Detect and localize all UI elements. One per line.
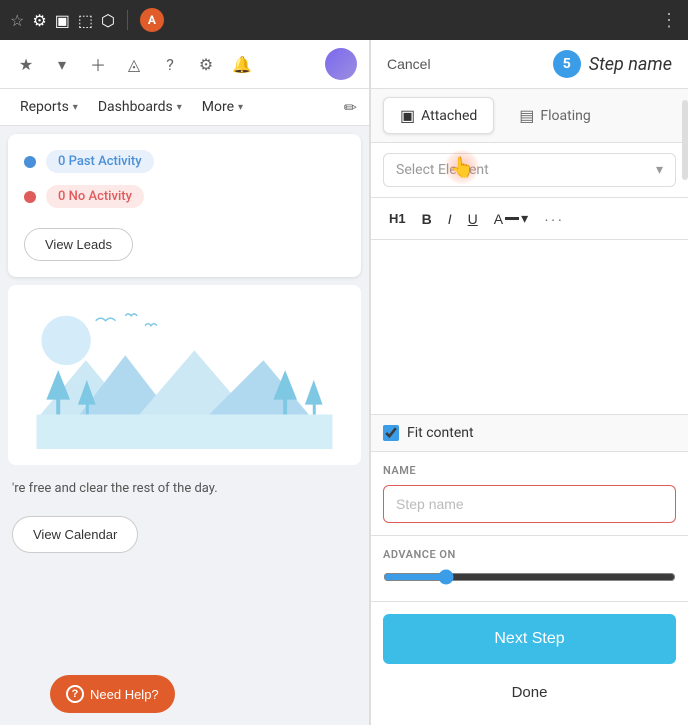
panel-header: Cancel 5 Step name <box>371 40 688 89</box>
italic-button[interactable]: I <box>442 207 458 231</box>
help-icon[interactable]: ? <box>156 50 184 78</box>
bold-button[interactable]: B <box>416 207 438 231</box>
scroll-thumb <box>682 100 688 180</box>
settings-tool-icon[interactable]: ⚙ <box>192 50 220 78</box>
cancel-button[interactable]: Cancel <box>387 56 431 72</box>
fit-content-label: Fit content <box>407 425 474 441</box>
add-icon[interactable]: ＋ <box>84 50 112 78</box>
help-circle-icon: ? <box>66 685 84 703</box>
editor-area[interactable] <box>371 240 688 415</box>
no-activity-badge: 0 No Activity <box>46 185 144 208</box>
dashboards-chevron: ▾ <box>177 102 182 113</box>
blue-dot <box>24 156 36 168</box>
browser-chrome: ☆ ⚙ ▣ ⬚ ⬡ A ⋮ <box>0 0 688 40</box>
illustration-area <box>8 285 361 465</box>
need-help-label: Need Help? <box>90 687 159 702</box>
star-icon[interactable]: ☆ <box>10 11 24 30</box>
floating-label: Floating <box>540 108 590 124</box>
fit-content-row: Fit content <box>371 415 688 452</box>
view-leads-button[interactable]: View Leads <box>24 228 133 261</box>
dashboards-label: Dashboards <box>98 99 173 115</box>
attached-icon: ▣ <box>400 106 415 125</box>
select-element-dropdown[interactable]: Select Element ▾ 👆 <box>383 153 676 187</box>
tab-floating[interactable]: ▤ Floating <box>502 97 607 134</box>
step-name-text: Step name <box>589 54 672 75</box>
fit-content-checkbox[interactable] <box>383 425 399 441</box>
landscape-svg <box>24 301 345 449</box>
step-badge: 5 <box>553 50 581 78</box>
need-help-button[interactable]: ? Need Help? <box>50 675 175 713</box>
h1-button[interactable]: H1 <box>383 207 412 230</box>
stats-card: 0 Past Activity 0 No Activity View Leads <box>8 134 361 277</box>
main-layout: ★ ▾ ＋ ◬ ? ⚙ 🔔 Reports ▾ Dashboards ▾ Mor… <box>0 40 688 725</box>
text-toolbar: H1 B I U A ▾ ··· <box>371 198 688 240</box>
reports-label: Reports <box>20 99 69 115</box>
tab-attached[interactable]: ▣ Attached <box>383 97 494 134</box>
floating-icon: ▤ <box>519 106 534 125</box>
red-dot <box>24 191 36 203</box>
star-tool-icon[interactable]: ★ <box>12 50 40 78</box>
content-area: 0 Past Activity 0 No Activity View Leads <box>0 126 369 725</box>
more-label: More <box>202 99 234 115</box>
no-activity-item: 0 No Activity <box>24 185 345 208</box>
nav-bar: Reports ▾ Dashboards ▾ More ▾ ✏ <box>0 89 369 126</box>
action-buttons: Next Step Done <box>371 602 688 725</box>
divider <box>127 10 128 30</box>
left-panel: ★ ▾ ＋ ◬ ? ⚙ 🔔 Reports ▾ Dashboards ▾ Mor… <box>0 40 370 725</box>
done-button[interactable]: Done <box>383 672 676 713</box>
more-chevron: ▾ <box>238 102 243 113</box>
user-avatar[interactable] <box>325 48 357 80</box>
reports-chevron: ▾ <box>73 102 78 113</box>
dropdown-arrow-icon: ▾ <box>656 162 663 178</box>
color-letter: A <box>494 211 503 227</box>
underline-button[interactable]: U <box>462 207 484 231</box>
screen-icon[interactable]: ⬚ <box>78 11 93 30</box>
app-toolbar: ★ ▾ ＋ ◬ ? ⚙ 🔔 <box>0 40 369 89</box>
view-calendar-button[interactable]: View Calendar <box>12 516 138 553</box>
past-activity-item: 0 Past Activity <box>24 150 345 173</box>
panel-scrollbar[interactable] <box>682 80 688 725</box>
name-section: NAME <box>371 452 688 536</box>
browser-avatar: A <box>140 8 164 32</box>
more-tools-button[interactable]: ··· <box>538 207 570 231</box>
bell-icon[interactable]: 🔔 <box>228 50 256 78</box>
color-button[interactable]: A ▾ <box>488 206 534 231</box>
reports-nav[interactable]: Reports ▾ <box>12 95 86 119</box>
more-nav[interactable]: More ▾ <box>194 95 251 119</box>
waypoint-icon[interactable]: ◬ <box>120 50 148 78</box>
past-activity-badge: 0 Past Activity <box>46 150 154 173</box>
name-section-label: NAME <box>383 464 676 477</box>
select-element-row: Select Element ▾ 👆 <box>371 143 688 198</box>
browser-menu-icon[interactable]: ⋮ <box>660 10 678 31</box>
advance-slider[interactable] <box>383 569 676 585</box>
color-indicator <box>505 217 519 220</box>
right-panel: Cancel 5 Step name ▣ Attached ▤ Floating… <box>370 40 688 725</box>
next-step-button[interactable]: Next Step <box>383 614 676 664</box>
name-input[interactable] <box>383 485 676 523</box>
select-placeholder: Select Element <box>396 162 489 178</box>
extension-icon[interactable]: ⬡ <box>101 11 115 30</box>
dashboards-nav[interactable]: Dashboards ▾ <box>90 95 190 119</box>
dropdown-tool-icon[interactable]: ▾ <box>48 50 76 78</box>
settings-icon[interactable]: ⚙ <box>32 11 46 30</box>
color-chevron: ▾ <box>521 210 528 227</box>
bottom-text: 're free and clear the rest of the day. <box>0 473 369 508</box>
attached-label: Attached <box>421 108 477 124</box>
bottom-buttons: View Calendar <box>0 508 369 561</box>
advance-section: ADVANCE ON <box>371 536 688 602</box>
camera-icon[interactable]: ▣ <box>55 11 70 30</box>
advance-section-label: ADVANCE ON <box>383 548 676 561</box>
edit-icon[interactable]: ✏ <box>344 98 357 117</box>
panel-tabs: ▣ Attached ▤ Floating <box>371 89 688 143</box>
